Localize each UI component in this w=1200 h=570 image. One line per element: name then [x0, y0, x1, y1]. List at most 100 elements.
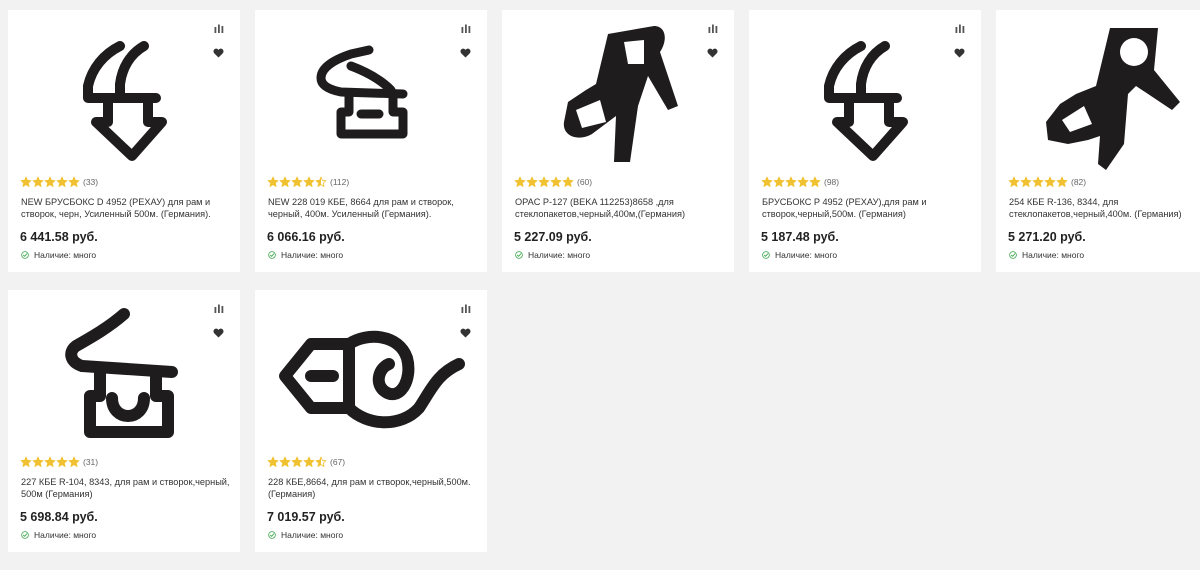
- product-title[interactable]: OPAC P-127 (BEKA 112253)8658 ,для стекло…: [515, 196, 725, 220]
- rating-stars: [514, 176, 574, 188]
- star-icon: [20, 456, 32, 467]
- star-icon: [1008, 176, 1020, 187]
- review-count[interactable]: (82): [1071, 177, 1086, 187]
- rating-stars: [267, 176, 327, 188]
- product-title[interactable]: NEW БРУСБОКС D 4952 (РЕХАУ) для рам и ст…: [21, 196, 231, 220]
- star-icon: [303, 456, 315, 467]
- heart-icon[interactable]: [460, 48, 471, 58]
- compare-icon[interactable]: [461, 304, 471, 314]
- star-icon: [44, 456, 56, 467]
- star-icon: [773, 176, 785, 187]
- stock-status: Наличие: много: [268, 530, 343, 540]
- product-title[interactable]: 227 КБЕ R-104, 8343, для рам и створок,ч…: [21, 476, 231, 500]
- compare-icon[interactable]: [708, 24, 718, 34]
- check-circle-icon: [21, 531, 29, 539]
- check-circle-icon: [268, 251, 276, 259]
- product-card[interactable]: (98) БРУСБОКС P 4952 (РЕХАУ),для рам и с…: [749, 10, 981, 272]
- star-icon: [32, 176, 44, 187]
- product-price: 5 227.09 руб.: [514, 230, 592, 244]
- stock-status: Наличие: много: [268, 250, 343, 260]
- star-icon: [20, 176, 32, 187]
- star-icon: [761, 176, 773, 187]
- star-icon: [291, 456, 303, 467]
- product-card[interactable]: (31) 227 КБЕ R-104, 8343, для рам и ство…: [8, 290, 240, 552]
- product-image[interactable]: [255, 290, 487, 458]
- rating-stars: [20, 176, 80, 188]
- product-title[interactable]: 254 КБЕ R-136, 8344, для стеклопакетов,ч…: [1009, 196, 1200, 220]
- review-count[interactable]: (33): [83, 177, 98, 187]
- compare-icon[interactable]: [214, 24, 224, 34]
- heart-icon[interactable]: [213, 328, 224, 338]
- star-icon: [291, 176, 303, 187]
- stock-status: Наличие: много: [21, 530, 96, 540]
- stock-label: Наличие: много: [775, 250, 838, 260]
- rating-stars: [1008, 176, 1068, 188]
- product-card[interactable]: (112) NEW 228 019 КБЕ, 8664 для рам и ст…: [255, 10, 487, 272]
- stock-label: Наличие: много: [281, 530, 344, 540]
- compare-icon[interactable]: [214, 304, 224, 314]
- product-card[interactable]: (82) 254 КБЕ R-136, 8344, для стеклопаке…: [996, 10, 1200, 272]
- rating: (60): [514, 176, 592, 188]
- product-price: 5 271.20 руб.: [1008, 230, 1086, 244]
- product-image[interactable]: [996, 10, 1200, 178]
- star-icon: [550, 176, 562, 187]
- stock-status: Наличие: много: [762, 250, 837, 260]
- heart-icon[interactable]: [460, 328, 471, 338]
- compare-icon[interactable]: [955, 24, 965, 34]
- review-count[interactable]: (112): [330, 177, 349, 187]
- review-count[interactable]: (60): [577, 177, 592, 187]
- rating-stars: [761, 176, 821, 188]
- star-icon: [562, 176, 574, 187]
- star-icon: [809, 176, 821, 187]
- product-image[interactable]: [749, 10, 981, 178]
- product-card[interactable]: (60) OPAC P-127 (BEKA 112253)8658 ,для с…: [502, 10, 734, 272]
- stock-label: Наличие: много: [34, 530, 97, 540]
- stock-status: Наличие: много: [515, 250, 590, 260]
- star-icon: [68, 176, 80, 187]
- star-icon: [44, 176, 56, 187]
- star-icon: [1044, 176, 1056, 187]
- star-icon: [1032, 176, 1044, 187]
- review-count[interactable]: (98): [824, 177, 839, 187]
- product-price: 5 187.48 руб.: [761, 230, 839, 244]
- star-icon: [56, 176, 68, 187]
- rating: (31): [20, 456, 98, 468]
- rating: (33): [20, 176, 98, 188]
- star-icon: [303, 176, 315, 187]
- star-icon: [315, 456, 327, 467]
- product-card[interactable]: (33) NEW БРУСБОКС D 4952 (РЕХАУ) для рам…: [8, 10, 240, 272]
- star-icon: [279, 176, 291, 187]
- star-icon: [56, 456, 68, 467]
- product-card[interactable]: (67) 228 КБЕ,8664, для рам и створок,чер…: [255, 290, 487, 552]
- product-title[interactable]: БРУСБОКС P 4952 (РЕХАУ),для рам и створо…: [762, 196, 972, 220]
- heart-icon[interactable]: [707, 48, 718, 58]
- check-circle-icon: [21, 251, 29, 259]
- check-circle-icon: [1009, 251, 1017, 259]
- stock-label: Наличие: много: [34, 250, 97, 260]
- rating: (112): [267, 176, 349, 188]
- check-circle-icon: [268, 531, 276, 539]
- product-image[interactable]: [255, 10, 487, 178]
- product-image[interactable]: [8, 10, 240, 178]
- product-image[interactable]: [502, 10, 734, 178]
- compare-icon[interactable]: [461, 24, 471, 34]
- product-image[interactable]: [8, 290, 240, 458]
- review-count[interactable]: (67): [330, 457, 345, 467]
- product-title[interactable]: NEW 228 019 КБЕ, 8664 для рам и створок,…: [268, 196, 478, 220]
- star-icon: [267, 456, 279, 467]
- rating-stars: [267, 456, 327, 468]
- star-icon: [1056, 176, 1068, 187]
- star-icon: [1020, 176, 1032, 187]
- rating: (98): [761, 176, 839, 188]
- product-price: 7 019.57 руб.: [267, 510, 345, 524]
- star-icon: [315, 176, 327, 187]
- review-count[interactable]: (31): [83, 457, 98, 467]
- star-icon: [68, 456, 80, 467]
- product-price: 6 441.58 руб.: [20, 230, 98, 244]
- heart-icon[interactable]: [213, 48, 224, 58]
- product-title[interactable]: 228 КБЕ,8664, для рам и створок,черный,5…: [268, 476, 478, 500]
- heart-icon[interactable]: [954, 48, 965, 58]
- product-price: 5 698.84 руб.: [20, 510, 98, 524]
- product-price: 6 066.16 руб.: [267, 230, 345, 244]
- stock-status: Наличие: много: [1009, 250, 1084, 260]
